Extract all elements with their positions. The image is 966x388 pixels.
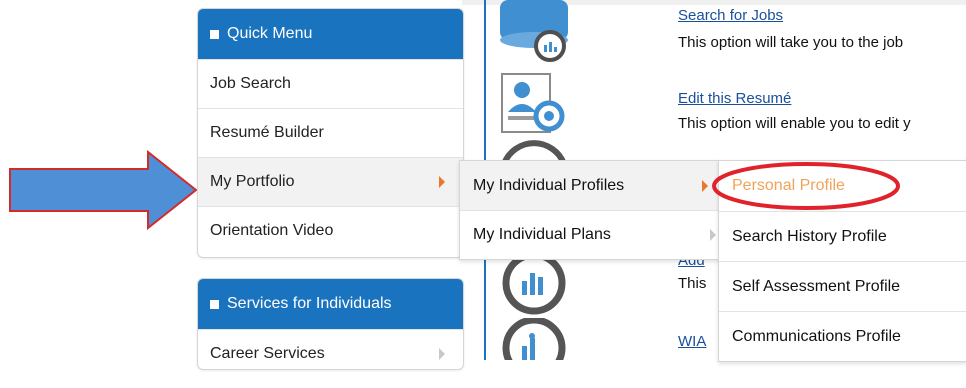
submenu-item-self-assessment-profile[interactable]: Self Assessment Profile	[719, 261, 966, 311]
add-desc: This	[678, 275, 707, 292]
edit-resume-icon	[494, 68, 574, 138]
submenu-item-communications-profile[interactable]: Communications Profile	[719, 311, 966, 361]
add-icon	[494, 251, 574, 325]
wia-icon	[494, 316, 574, 388]
services-header: Services for Individuals	[198, 279, 463, 329]
menu-item-label: Resumé Builder	[210, 124, 324, 141]
chevron-right-icon	[439, 348, 445, 360]
search-jobs-link[interactable]: Search for Jobs	[678, 7, 783, 24]
menu-item-my-portfolio[interactable]: My Portfolio	[198, 157, 463, 206]
menu-item-label: Career Services	[210, 345, 325, 362]
edit-resume-desc: This option will enable you to edit y	[678, 115, 911, 132]
quick-menu-header: Quick Menu	[198, 9, 463, 59]
submenu-item-label: Self Assessment Profile	[732, 277, 901, 295]
quick-menu-title: Quick Menu	[227, 25, 313, 42]
services-panel: Services for Individuals Career Services	[197, 278, 464, 370]
menu-square-icon	[210, 299, 219, 309]
chevron-right-icon	[439, 176, 445, 188]
search-jobs-icon	[494, 0, 574, 70]
submenu-item-individual-profiles[interactable]: My Individual Profiles	[460, 161, 720, 210]
submenu-item-label: My Individual Profiles	[473, 176, 625, 194]
annotation-arrow-icon	[9, 150, 198, 230]
edit-resume-link[interactable]: Edit this Resumé	[678, 90, 791, 107]
menu-item-label: Job Search	[210, 75, 291, 92]
submenu-item-individual-plans[interactable]: My Individual Plans	[460, 210, 720, 259]
submenu-item-label: Communications Profile	[732, 327, 901, 345]
menu-item-orientation-video[interactable]: Orientation Video	[198, 206, 463, 255]
chevron-right-icon	[710, 229, 716, 241]
menu-square-icon	[210, 29, 219, 39]
search-jobs-desc: This option will take you to the job	[678, 34, 904, 51]
menu-item-career-services[interactable]: Career Services	[198, 329, 463, 369]
annotation-ellipse-icon	[712, 162, 900, 210]
services-title: Services for Individuals	[227, 295, 392, 312]
wia-link[interactable]: WIA	[678, 333, 718, 350]
submenu-item-label: Search History Profile	[732, 227, 887, 245]
portfolio-submenu: My Individual Profiles My Individual Pla…	[459, 160, 721, 260]
menu-item-label: Orientation Video	[210, 222, 334, 239]
submenu-item-search-history-profile[interactable]: Search History Profile	[719, 211, 966, 261]
menu-item-resume-builder[interactable]: Resumé Builder	[198, 108, 463, 157]
menu-item-job-search[interactable]: Job Search	[198, 59, 463, 108]
submenu-item-label: My Individual Plans	[473, 226, 611, 243]
quick-menu-panel: Quick Menu Job Search Resumé Builder My …	[197, 8, 464, 258]
menu-item-label: My Portfolio	[210, 173, 295, 190]
